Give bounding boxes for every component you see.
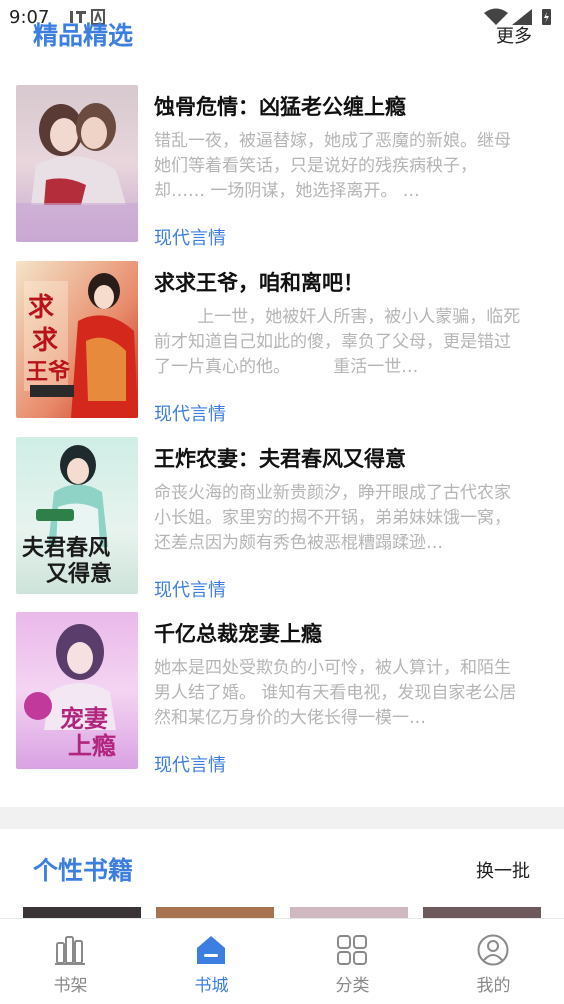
category-icon [337,935,367,965]
bookstore-icon [197,936,225,964]
book-category-tag: 现代言情 [154,404,226,425]
book-title[interactable]: 王炸农妻：夫君春风又得意 [154,443,406,473]
book-category-tag: 现代言情 [154,228,226,249]
svg-text:又得意: 又得意 [46,561,112,587]
tab-category[interactable]: 分类 [282,919,423,1004]
tab-label: 书城 [194,976,229,996]
tab-bookshelf[interactable]: 书架 [0,919,141,1004]
featured-section-title: 精品精选 [33,21,134,50]
book-description: 上一世，她被奸人所害，被小人蒙骗，临死前才知道自己如此的傻，辜负了父母，更是错过… [154,307,521,377]
book-list-item[interactable]: 求 求 王爷 求求王爷，咱和离吧！ 上一世，她被奸人所害，被小人蒙骗，临死前才知… [16,261,536,425]
book-list-item[interactable]: 夫君春风 又得意 王炸农妻：夫君春风又得意 命丧火海的商业新贵颜汐，睁开眼成了古… [16,437,536,601]
book-cover[interactable] [16,85,138,242]
svg-text:夫君春风: 夫君春风 [22,535,110,561]
svg-text:宠妻: 宠妻 [60,704,108,733]
book-cover[interactable]: 宠妻 上瘾 [16,612,138,769]
tab-label: 书架 [53,976,88,996]
svg-text:求: 求 [28,293,54,323]
svg-text:求: 求 [32,326,58,356]
svg-text:上瘾: 上瘾 [68,731,116,760]
section-divider [0,807,564,829]
tab-bookstore[interactable]: 书城 [141,919,282,1004]
tab-profile[interactable]: 我的 [423,919,564,1004]
personal-section-title: 个性书籍 [33,856,134,885]
bottom-tab-bar: 书架 书城 分类 我的 [0,918,564,1004]
book-description: 错乱一夜，被逼替嫁，她成了恶魔的新娘。继母她们等着看笑话，只是说好的残疾病秧子，… [154,131,511,201]
book-cover[interactable]: 夫君春风 又得意 [16,437,138,594]
tab-label: 分类 [335,976,370,996]
book-category-tag: 现代言情 [154,755,226,776]
tab-label: 我的 [476,976,511,996]
book-title[interactable]: 千亿总裁宠妻上瘾 [154,618,322,648]
book-list-item[interactable]: 宠妻 上瘾 千亿总裁宠妻上瘾 她本是四处受欺负的小可怜，被人算计，和陌生男人结了… [16,612,536,776]
book-title[interactable]: 求求王爷，咱和离吧！ [154,267,364,297]
featured-more-button[interactable]: 更多 [496,22,532,48]
bookshelf-icon [55,936,85,965]
refresh-batch-button[interactable]: 换一批 [476,857,530,883]
book-title[interactable]: 蚀骨危情：凶猛老公缠上瘾 [154,91,406,121]
profile-icon [477,934,509,966]
book-cover[interactable]: 求 求 王爷 [16,261,138,418]
book-description: 命丧火海的商业新贵颜汐，睁开眼成了古代农家小长姐。家里穷的揭不开锅，弟弟妹妹饿一… [154,483,511,553]
book-list-item[interactable]: 蚀骨危情：凶猛老公缠上瘾 错乱一夜，被逼替嫁，她成了恶魔的新娘。继母她们等着看笑… [16,85,536,249]
book-category-tag: 现代言情 [154,580,226,601]
book-description: 她本是四处受欺负的小可怜，被人算计，和陌生男人结了婚。 谁知有天看电视，发现自家… [154,658,517,728]
svg-text:王爷: 王爷 [26,359,71,385]
